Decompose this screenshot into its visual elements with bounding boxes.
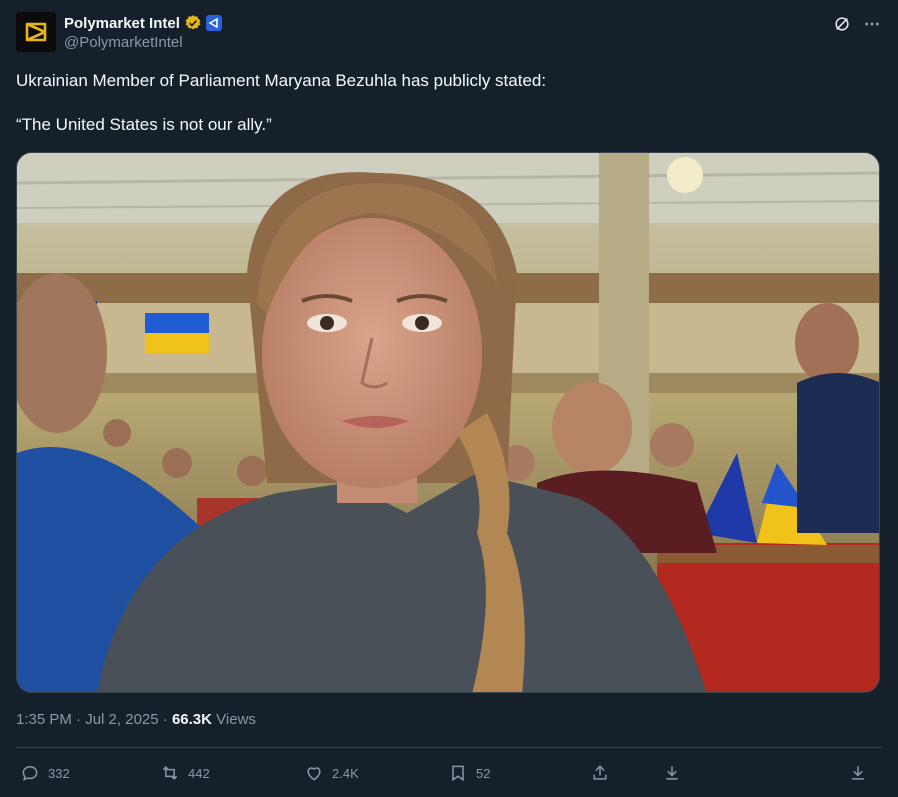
tweet-text-quote: “The United States is not our ally.” [16,115,272,134]
display-name[interactable]: Polymarket Intel [64,15,180,32]
repost-count: 442 [188,765,210,781]
meta-separator: · [162,711,168,728]
download-media-button[interactable] [848,762,868,784]
views-label: Views [216,711,256,728]
photo-parliament-selfie [17,153,879,692]
reply-button[interactable]: 332 [20,762,70,784]
bookmark-button[interactable]: 52 [448,762,490,784]
verified-badge-icon[interactable] [184,14,202,32]
bookmark-icon [452,765,464,782]
tweet-photo[interactable] [16,152,880,693]
bookmark-count: 52 [476,765,491,781]
download-button[interactable] [662,762,682,784]
more-icon[interactable] [862,14,882,34]
download-icon [852,766,864,780]
tweet-header: Polymarket Intel @PolymarketIntel [16,12,882,56]
repost-icon [162,766,178,780]
divider [16,747,882,748]
views-count: 66.3K [171,711,212,728]
tweet-date[interactable]: Jul 2, 2025 [85,711,158,728]
author-info: Polymarket Intel @PolymarketIntel [64,13,222,51]
like-button[interactable]: 2.4K [304,762,359,784]
handle[interactable]: @PolymarketIntel [64,34,222,51]
tweet-time[interactable]: 1:35 PM [16,711,72,728]
tweet-meta: 1:35 PM · Jul 2, 2025 · 66.3K Views [16,711,256,728]
affiliate-badge-icon[interactable] [205,15,222,31]
reply-icon [22,765,38,781]
like-icon [307,767,321,781]
meta-separator: · [76,711,82,728]
download-icon [666,766,678,780]
reply-count: 332 [48,765,70,781]
tweet-text: Ukrainian Member of Parliament Maryana B… [16,70,876,158]
avatar[interactable] [16,12,56,52]
grok-icon[interactable] [832,14,852,34]
share-icon [593,765,607,780]
share-button[interactable] [590,762,610,784]
action-bar: 332 442 2.4K 52 [16,750,882,796]
like-count: 2.4K [332,765,359,781]
repost-button[interactable]: 442 [160,762,210,784]
tweet-text-line: Ukrainian Member of Parliament Maryana B… [16,71,547,90]
